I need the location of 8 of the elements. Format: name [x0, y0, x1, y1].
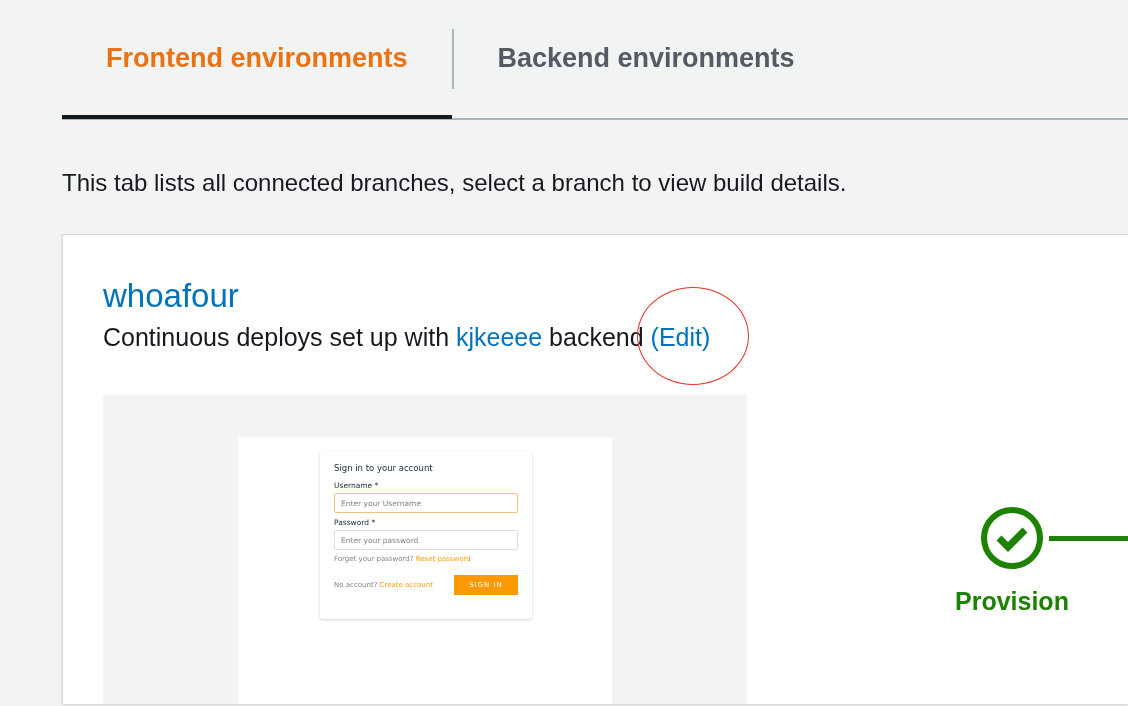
branch-name-link[interactable]: whoafour — [103, 277, 747, 315]
tab[interactable]: Backend environments — [453, 1, 839, 119]
edit-link[interactable]: (Edit) — [650, 323, 711, 351]
tab[interactable]: Frontend environments — [62, 1, 452, 119]
backend-link[interactable]: kjkeeee — [456, 323, 543, 351]
description-text: This tab lists all connected branches, select a branch to view build details. — [62, 169, 847, 196]
sign-in-title: Sign in to your account — [334, 463, 434, 473]
step-label: Provision — [955, 587, 1069, 616]
